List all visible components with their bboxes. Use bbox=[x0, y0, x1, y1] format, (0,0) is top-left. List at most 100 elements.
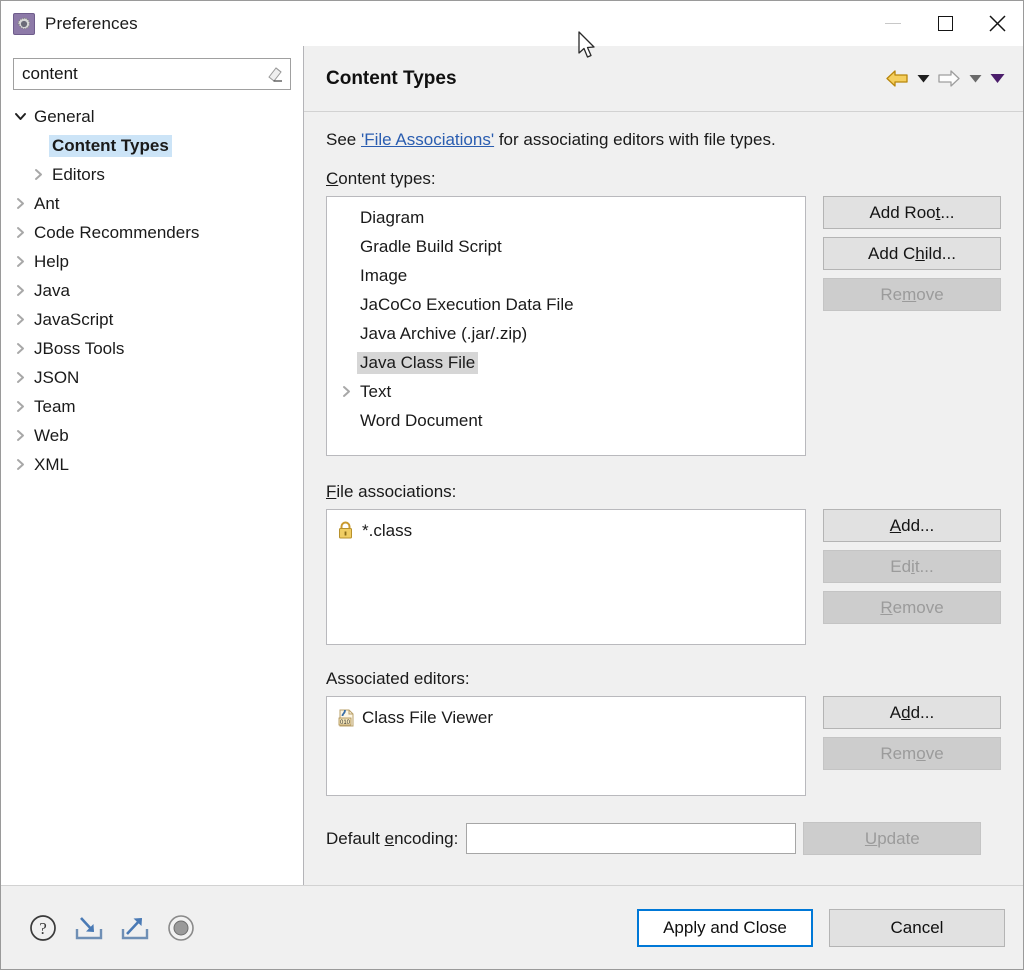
tree-twisty[interactable] bbox=[9, 400, 31, 413]
sidebar-item-label: Team bbox=[34, 396, 76, 416]
toggle-record-button[interactable] bbox=[163, 910, 199, 946]
preferences-app-icon bbox=[13, 12, 35, 35]
sidebar-item-json[interactable]: JSON bbox=[1, 363, 303, 392]
maximize-icon bbox=[937, 16, 953, 31]
list-twisty[interactable] bbox=[335, 385, 357, 398]
associated-editors-block: 010 Class File Viewer Ad d... Rem o ve bbox=[326, 696, 1001, 796]
list-item[interactable]: Gradle Build Script bbox=[327, 232, 805, 261]
file-associations-link[interactable]: 'File Associations' bbox=[361, 130, 494, 149]
tree-twisty[interactable] bbox=[9, 110, 31, 123]
associated-editors-list[interactable]: 010 Class File Viewer bbox=[326, 696, 806, 796]
content-types-block: Diagram Gradle Build Script Image JaCoCo Ex… bbox=[326, 196, 1001, 456]
close-icon bbox=[988, 15, 1006, 32]
sidebar-item-xml[interactable]: XML bbox=[1, 450, 303, 479]
list-item[interactable]: JaCoCo Execution Data File bbox=[327, 290, 805, 319]
add-child-button[interactable]: Add Ch ild... bbox=[823, 237, 1001, 270]
tree-twisty[interactable] bbox=[9, 226, 31, 239]
sidebar-item-jboss-tools[interactable]: JBoss Tools bbox=[1, 334, 303, 363]
import-preferences-button[interactable] bbox=[71, 910, 107, 946]
sidebar-item-ant[interactable]: Ant bbox=[1, 189, 303, 218]
apply-and-close-button[interactable]: Apply and Close bbox=[637, 908, 813, 947]
chevron-right-icon bbox=[16, 314, 24, 325]
close-button[interactable] bbox=[971, 1, 1023, 46]
lock-icon bbox=[335, 521, 356, 540]
list-item[interactable]: *.class bbox=[327, 516, 805, 545]
forward-history-dropdown[interactable] bbox=[965, 66, 985, 92]
class-file-icon: 010 bbox=[338, 709, 353, 726]
chevron-right-icon bbox=[16, 372, 24, 383]
forward-arrow-icon bbox=[938, 70, 960, 87]
footer-icon-bar: ? bbox=[25, 910, 637, 946]
sidebar-item-help[interactable]: Help bbox=[1, 247, 303, 276]
minimize-button[interactable] bbox=[867, 1, 919, 46]
chevron-down-icon bbox=[917, 75, 929, 83]
page-header: Content Types bbox=[304, 46, 1023, 112]
sidebar-item-code-recommenders[interactable]: Code Recommenders bbox=[1, 218, 303, 247]
list-item[interactable]: Image bbox=[327, 261, 805, 290]
sidebar-item-editors[interactable]: Editors bbox=[1, 160, 303, 189]
help-button[interactable]: ? bbox=[25, 910, 61, 946]
remove-association-button[interactable]: Remove bbox=[823, 591, 1001, 624]
default-encoding-input[interactable] bbox=[466, 823, 797, 854]
preferences-dialog: Preferences content General Content Type… bbox=[0, 0, 1024, 970]
file-associations-label: File associations: bbox=[326, 482, 457, 501]
list-item-label: Java Class File bbox=[357, 351, 479, 374]
tree-twisty[interactable] bbox=[9, 255, 31, 268]
back-button[interactable] bbox=[883, 66, 911, 92]
preference-tree[interactable]: General Content Types Editors Ant Code Recom… bbox=[1, 100, 303, 479]
content-types-list[interactable]: Diagram Gradle Build Script Image JaCoCo Ex… bbox=[326, 196, 806, 456]
content-types-buttons: Add Roo t... Add Ch ild... Re m ove bbox=[823, 196, 1001, 311]
list-item-label: *.class bbox=[362, 520, 413, 540]
edit-association-button[interactable]: Ed i t... bbox=[823, 550, 1001, 583]
sidebar-item-general[interactable]: General bbox=[1, 102, 303, 131]
filter-input[interactable] bbox=[14, 59, 290, 89]
list-item[interactable]: Diagram bbox=[327, 203, 805, 232]
lock-icon bbox=[339, 521, 352, 539]
tree-twisty[interactable] bbox=[9, 284, 31, 297]
chevron-right-icon bbox=[16, 430, 24, 441]
add-association-button[interactable]: Add... bbox=[823, 509, 1001, 542]
list-item[interactable]: Java Class File bbox=[327, 348, 805, 377]
tree-twisty[interactable] bbox=[9, 371, 31, 384]
preference-page-pane: Content Types See 'File Associations' fo… bbox=[304, 46, 1023, 885]
list-item[interactable]: Word Document bbox=[327, 406, 805, 435]
add-editor-button[interactable]: Ad d... bbox=[823, 696, 1001, 729]
sidebar-item-java[interactable]: Java bbox=[1, 276, 303, 305]
cancel-button[interactable]: Cancel bbox=[829, 908, 1005, 947]
default-encoding-label: Default encoding: bbox=[326, 828, 459, 848]
export-preferences-button[interactable] bbox=[117, 910, 153, 946]
tree-twisty[interactable] bbox=[9, 458, 31, 471]
maximize-button[interactable] bbox=[919, 1, 971, 46]
page-menu-button[interactable] bbox=[987, 66, 1007, 92]
eraser-icon[interactable] bbox=[265, 65, 285, 83]
forward-button[interactable] bbox=[935, 66, 963, 92]
sidebar-item-team[interactable]: Team bbox=[1, 392, 303, 421]
add-root-button[interactable]: Add Roo t... bbox=[823, 196, 1001, 229]
remove-content-type-button[interactable]: Re m ove bbox=[823, 278, 1001, 311]
back-history-dropdown[interactable] bbox=[913, 66, 933, 92]
dialog-body: General Content Types Editors Ant Code Recom… bbox=[1, 46, 1023, 885]
import-icon bbox=[75, 916, 103, 939]
tree-twisty[interactable] bbox=[9, 313, 31, 326]
list-item[interactable]: Text bbox=[327, 377, 805, 406]
sidebar-item-label: General bbox=[34, 106, 95, 126]
file-associations-block: *.class Add... Ed i t... Remove bbox=[326, 509, 1001, 645]
sidebar-item-javascript[interactable]: JavaScript bbox=[1, 305, 303, 334]
minimize-icon bbox=[885, 23, 901, 24]
sidebar-item-web[interactable]: Web bbox=[1, 421, 303, 450]
list-item[interactable]: Java Archive (.jar/.zip) bbox=[327, 319, 805, 348]
update-encoding-button[interactable]: Update bbox=[803, 822, 982, 855]
tree-twisty[interactable] bbox=[27, 168, 49, 181]
tree-twisty[interactable] bbox=[9, 342, 31, 355]
list-item[interactable]: 010 Class File Viewer bbox=[327, 703, 805, 732]
sidebar-item-label: Content Types bbox=[49, 134, 172, 157]
file-associations-list[interactable]: *.class bbox=[326, 509, 806, 645]
tree-twisty[interactable] bbox=[9, 429, 31, 442]
default-encoding-row: Default encoding: Update bbox=[326, 822, 1001, 855]
sidebar-item-content-types[interactable]: Content Types bbox=[1, 131, 303, 160]
tree-twisty[interactable] bbox=[9, 197, 31, 210]
svg-text:010: 010 bbox=[339, 719, 350, 725]
remove-editor-button[interactable]: Rem o ve bbox=[823, 737, 1001, 770]
chevron-down-icon bbox=[14, 113, 26, 120]
page-nav-toolbar bbox=[883, 66, 1007, 92]
